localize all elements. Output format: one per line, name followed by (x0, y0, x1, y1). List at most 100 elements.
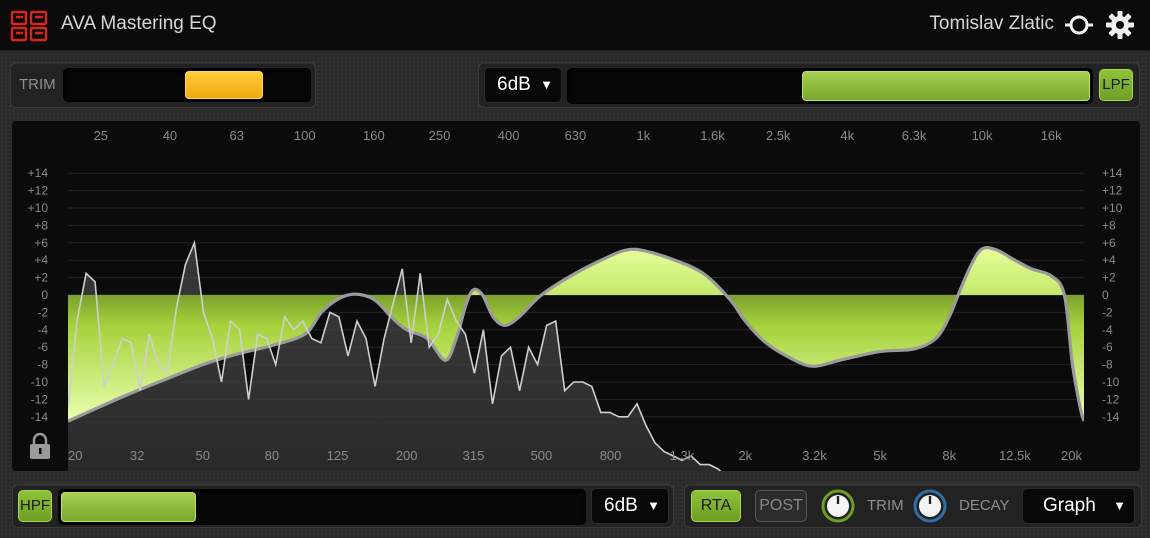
freq-tick-label: 400 (498, 128, 520, 143)
db-tick-label: +2 (1102, 271, 1116, 285)
gear-icon[interactable] (1105, 10, 1135, 40)
freq-tick-label: 500 (531, 448, 553, 463)
db-tick-label: +12 (28, 184, 49, 198)
freq-tick-label: 4k (840, 128, 854, 143)
freq-tick-label: 50 (196, 448, 210, 463)
freq-tick-label: 25 (94, 128, 108, 143)
lpf-slider-fill[interactable] (801, 71, 1090, 101)
hpf-slider[interactable] (58, 489, 586, 525)
freq-tick-label: 1.3k (670, 448, 695, 463)
db-scale-left: +14 +12 +10 +8 +6 +4 +2 0 -2 -4 -6 -8 -10 -12 -14 (28, 166, 49, 424)
db-tick-label: +6 (34, 236, 48, 250)
trim-slider-handle[interactable] (184, 71, 264, 99)
hpf-slope-dropdown[interactable]: 6dB ▼ (591, 488, 669, 524)
db-scale-right: +14 +12 +10 +8 +6 +4 +2 0 -2 -4 -6 -8 -10 -12 -14 (1102, 166, 1123, 424)
db-tick-label: -12 (1102, 392, 1120, 406)
user-icon[interactable] (1064, 12, 1094, 38)
trim-panel: TRIM (10, 62, 316, 108)
freq-tick-label: 40 (163, 128, 177, 143)
trim-knob-label: TRIM (867, 497, 904, 514)
freq-scale-top: 25 40 63 100 160 250 400 630 1k 1.6k 2.5k 4k 6.3k 10k… (94, 128, 1063, 143)
ava-logo-icon (10, 10, 48, 42)
db-tick-label: +2 (34, 271, 48, 285)
title-bar: AVA Mastering EQ Tomislav Zlatic (0, 0, 1150, 51)
post-button[interactable]: POST (755, 490, 807, 522)
freq-tick-label: 6.3k (902, 128, 927, 143)
lock-icon[interactable] (30, 432, 50, 459)
eq-graph[interactable]: +14 +12 +10 +8 +6 +4 +2 0 -2 -4 -6 -8 -10 -12 -14 +14 +… (11, 120, 1141, 472)
db-tick-label: +14 (28, 166, 49, 180)
freq-tick-label: 32 (130, 448, 144, 463)
freq-tick-label: 8k (942, 448, 956, 463)
lpf-slope-dropdown[interactable]: 6dB ▼ (484, 67, 562, 103)
chevron-down-icon: ▼ (540, 77, 553, 92)
chevron-down-icon: ▼ (647, 498, 660, 513)
freq-tick-label: 5k (873, 448, 887, 463)
db-tick-label: -10 (31, 375, 49, 389)
app-title: AVA Mastering EQ (61, 13, 217, 34)
freq-tick-label: 200 (396, 448, 418, 463)
db-tick-label: +8 (1102, 218, 1116, 232)
db-tick-label: -4 (1102, 323, 1113, 337)
hpf-panel: HPF 6dB ▼ (12, 484, 674, 528)
db-tick-label: +4 (1102, 253, 1116, 267)
db-tick-label: 0 (41, 288, 48, 302)
freq-tick-label: 315 (463, 448, 485, 463)
lpf-panel: 6dB ▼ LPF (478, 62, 1140, 108)
freq-tick-label: 16k (1041, 128, 1062, 143)
db-tick-label: -2 (37, 305, 48, 319)
db-tick-label: +6 (1102, 236, 1116, 250)
decay-label: DECAY (959, 497, 1010, 514)
freq-tick-label: 2k (738, 448, 752, 463)
db-tick-label: -14 (1102, 410, 1120, 424)
decay-knob[interactable] (913, 489, 947, 523)
db-tick-label: +12 (1102, 184, 1123, 198)
db-tick-label: +4 (34, 253, 48, 267)
lpf-button[interactable]: LPF (1099, 69, 1133, 101)
lpf-slider[interactable] (567, 68, 1093, 104)
eq-graph-canvas[interactable]: +14+12+10+8+6+4+20-2-4-6-8-10-12-14 +14+… (12, 121, 1140, 471)
freq-tick-label: 20k (1061, 448, 1082, 463)
db-tick-label: -8 (37, 358, 48, 372)
freq-tick-label: 63 (230, 128, 244, 143)
freq-tick-label: 250 (429, 128, 451, 143)
freq-tick-label: 1.6k (700, 128, 725, 143)
rta-panel: RTA POST TRIM DECAY Graph ▼ (684, 484, 1142, 528)
db-tick-label: +10 (28, 201, 49, 215)
db-tick-label: -6 (1102, 340, 1113, 354)
db-tick-label: +10 (1102, 201, 1123, 215)
db-tick-label: -6 (37, 340, 48, 354)
db-tick-label: -14 (31, 410, 49, 424)
user-name[interactable]: Tomislav Zlatic (929, 13, 1054, 35)
db-tick-label: 0 (1102, 288, 1109, 302)
hpf-button[interactable]: HPF (18, 490, 52, 522)
freq-tick-label: 10k (972, 128, 993, 143)
freq-tick-label: 20 (68, 448, 82, 463)
freq-tick-label: 1k (637, 128, 651, 143)
db-tick-label: -12 (31, 392, 49, 406)
db-tick-label: +14 (1102, 166, 1123, 180)
db-tick-label: -4 (37, 323, 48, 337)
trim-slider[interactable] (63, 68, 311, 102)
rta-button[interactable]: RTA (691, 490, 741, 522)
view-dropdown[interactable]: Graph ▼ (1022, 488, 1135, 524)
trim-label: TRIM (19, 76, 56, 93)
chevron-down-icon: ▼ (1113, 498, 1126, 513)
freq-tick-label: 80 (265, 448, 279, 463)
freq-tick-label: 100 (294, 128, 316, 143)
freq-tick-label: 630 (565, 128, 587, 143)
hpf-slope-value: 6dB (604, 495, 638, 516)
freq-tick-label: 125 (327, 448, 349, 463)
db-tick-label: -2 (1102, 305, 1113, 319)
freq-tick-label: 2.5k (766, 128, 791, 143)
freq-tick-label: 12.5k (999, 448, 1031, 463)
view-dropdown-value: Graph (1043, 495, 1096, 516)
db-tick-label: -8 (1102, 358, 1113, 372)
freq-tick-label: 800 (600, 448, 622, 463)
rta-trim-knob[interactable] (821, 489, 855, 523)
lpf-slope-value: 6dB (497, 74, 531, 95)
db-tick-label: +8 (34, 218, 48, 232)
db-tick-label: -10 (1102, 375, 1120, 389)
hpf-slider-fill[interactable] (61, 492, 197, 522)
freq-tick-label: 3.2k (802, 448, 827, 463)
